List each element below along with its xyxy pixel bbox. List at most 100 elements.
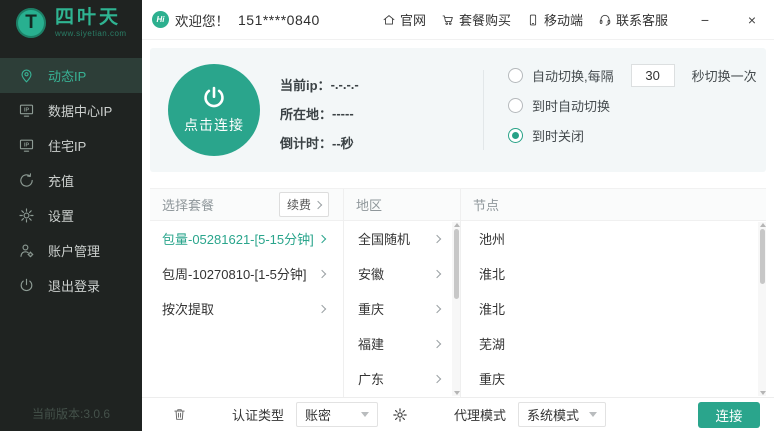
scroll-down-icon[interactable]: [760, 391, 766, 395]
gear-icon: [392, 407, 408, 423]
chevron-right-icon: [314, 200, 322, 208]
chevron-right-icon: [318, 269, 326, 277]
auth-settings-button[interactable]: [392, 407, 408, 423]
chevron-right-icon: [318, 234, 326, 242]
node-column-header: 节点: [461, 189, 766, 221]
region-column-header: 地区: [344, 189, 460, 221]
scroll-up-icon[interactable]: [760, 223, 766, 227]
current-ip-label: 当前ip：: [280, 75, 331, 94]
logout-power-icon: [18, 277, 35, 294]
region-item[interactable]: 广东: [344, 361, 460, 396]
selection-panel: 选择套餐 续费 包量-05281621-[5-15分钟] 包周-10270810…: [150, 188, 766, 397]
option-close-on-expire[interactable]: 到时关闭: [508, 120, 757, 150]
sidebar-item-label: 充值: [48, 171, 74, 190]
sidebar-item-label: 动态IP: [48, 66, 86, 85]
topbar: Hi 欢迎您！ 151****0840 官网 套餐购买 移动端 联系客服 − ×: [142, 0, 774, 40]
account-number: 151****0840: [238, 12, 320, 28]
connect-button[interactable]: 连接: [698, 402, 760, 428]
auth-type-select[interactable]: 账密: [296, 402, 378, 427]
node-scrollbar[interactable]: [758, 222, 766, 396]
region-item[interactable]: 福建: [344, 326, 460, 361]
recharge-icon: [18, 172, 35, 189]
phone-icon: [526, 13, 540, 27]
region-item-label: 广东: [358, 369, 384, 388]
node-item[interactable]: 淮北: [461, 256, 766, 291]
nav-official-site[interactable]: 官网: [382, 10, 426, 29]
connect-circle-label: 点击连接: [184, 115, 244, 135]
node-item-label: 池州: [479, 229, 505, 248]
package-item[interactable]: 按次提取: [150, 291, 343, 326]
region-item-label: 福建: [358, 334, 384, 353]
sidebar-item-logout[interactable]: 退出登录: [0, 268, 142, 303]
interval-seconds-input[interactable]: [631, 64, 675, 87]
package-item[interactable]: 包周-10270810-[1-5分钟]: [150, 256, 343, 291]
customer-service-icon: [598, 13, 612, 27]
sidebar-item-settings[interactable]: 设置: [0, 198, 142, 233]
datacenter-ip-icon: IP: [18, 102, 35, 119]
welcome-text: 欢迎您！: [175, 10, 229, 30]
package-item-label: 包周-10270810-[1-5分钟]: [162, 264, 307, 283]
brand-logo: T 四叶天 www.siyetian.com: [0, 0, 142, 46]
topbar-nav: 官网 套餐购买 移动端 联系客服 − ×: [382, 10, 762, 29]
cart-icon: [441, 13, 455, 27]
location-value: -----: [332, 106, 354, 121]
option-label: 到时自动切换: [532, 96, 610, 115]
footer-bar: 认证类型 账密 代理模式 系统模式 连接: [142, 397, 774, 431]
radio-icon[interactable]: [508, 68, 523, 83]
sidebar-item-dynamic-ip[interactable]: 动态IP: [0, 58, 142, 93]
brand-name: 四叶天: [55, 8, 127, 29]
scrollbar-thumb[interactable]: [454, 229, 459, 299]
node-item-label: 重庆: [479, 369, 505, 388]
sidebar-item-label: 账户管理: [48, 241, 100, 260]
region-item[interactable]: 重庆: [344, 291, 460, 326]
node-item[interactable]: 芜湖: [461, 326, 766, 361]
chevron-right-icon: [433, 234, 441, 242]
sidebar-item-label: 数据中心IP: [48, 101, 112, 120]
scroll-up-icon[interactable]: [454, 223, 460, 227]
radio-checked-icon[interactable]: [508, 128, 523, 143]
region-scrollbar[interactable]: [452, 222, 460, 396]
sidebar-item-residential-ip[interactable]: IP 住宅IP: [0, 128, 142, 163]
region-item-label: 全国随机: [358, 229, 410, 248]
region-item[interactable]: 安徽: [344, 256, 460, 291]
chevron-down-icon: [589, 412, 597, 417]
nav-mobile[interactable]: 移动端: [526, 10, 583, 29]
current-ip-value: -.-.-.-: [331, 77, 359, 92]
renew-label: 续费: [287, 196, 311, 213]
node-item[interactable]: 重庆: [461, 361, 766, 396]
region-header-label: 地区: [356, 195, 382, 214]
radio-icon[interactable]: [508, 98, 523, 113]
delete-button[interactable]: [172, 407, 188, 423]
proxy-mode-select[interactable]: 系统模式: [518, 402, 606, 427]
scrollbar-thumb[interactable]: [760, 229, 765, 284]
sidebar-item-datacenter-ip[interactable]: IP 数据中心IP: [0, 93, 142, 128]
node-item[interactable]: 淮北: [461, 291, 766, 326]
scroll-down-icon[interactable]: [454, 391, 460, 395]
close-button[interactable]: ×: [742, 12, 762, 28]
option-auto-interval[interactable]: 自动切换,每隔 秒切换一次: [508, 60, 757, 90]
option-label-before: 自动切换,每隔: [532, 66, 614, 85]
hi-badge-icon: Hi: [152, 11, 169, 28]
svg-text:IP: IP: [24, 107, 29, 113]
location-label: 所在地：: [280, 104, 332, 123]
nav-customer-service[interactable]: 联系客服: [598, 10, 668, 29]
package-item-label: 包量-05281621-[5-15分钟]: [162, 229, 314, 248]
sidebar-item-account[interactable]: 账户管理: [0, 233, 142, 268]
nav-buy-package[interactable]: 套餐购买: [441, 10, 511, 29]
node-item-label: 淮北: [479, 264, 505, 283]
minimize-button[interactable]: −: [695, 12, 715, 28]
option-auto-on-expire[interactable]: 到时自动切换: [508, 90, 757, 120]
nav-label: 联系客服: [616, 10, 668, 29]
auth-type-label: 认证类型: [232, 405, 284, 424]
sidebar-item-label: 设置: [48, 206, 74, 225]
chevron-right-icon: [433, 304, 441, 312]
proxy-mode-value: 系统模式: [527, 405, 579, 424]
renew-button[interactable]: 续费: [279, 192, 329, 217]
countdown-label: 倒计时：: [280, 133, 332, 152]
connect-circle-button[interactable]: 点击连接: [168, 64, 260, 156]
region-item[interactable]: 全国随机: [344, 221, 460, 256]
node-column: 节点 池州 淮北 淮北 芜湖 重庆: [460, 189, 766, 397]
package-item[interactable]: 包量-05281621-[5-15分钟]: [150, 221, 343, 256]
node-item[interactable]: 池州: [461, 221, 766, 256]
sidebar-item-recharge[interactable]: 充值: [0, 163, 142, 198]
